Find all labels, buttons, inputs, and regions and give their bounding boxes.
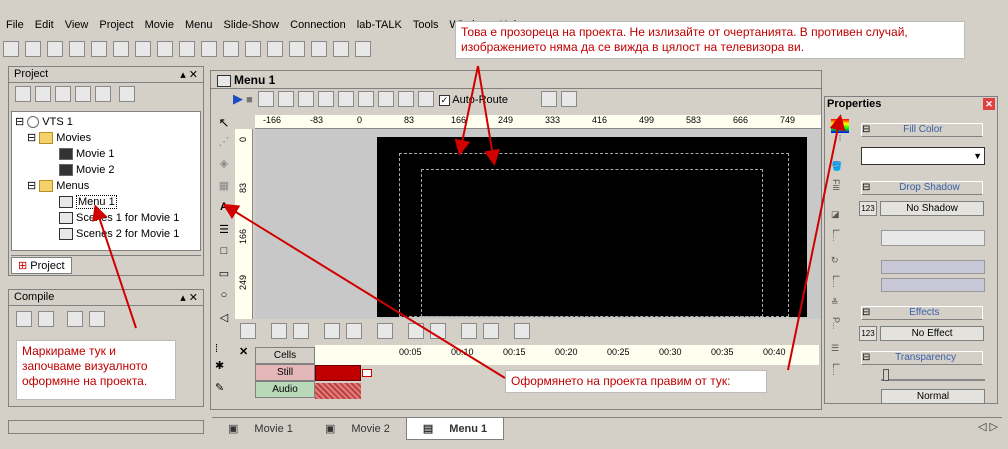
arrow-to-toolstrip (222, 203, 506, 379)
arrow-to-properties (787, 114, 846, 371)
arrow-to-title-area (477, 65, 500, 166)
arrow-to-safe-area (454, 65, 479, 156)
annotation-arrows (92, 65, 846, 379)
arrow-to-menu1 (92, 204, 137, 329)
